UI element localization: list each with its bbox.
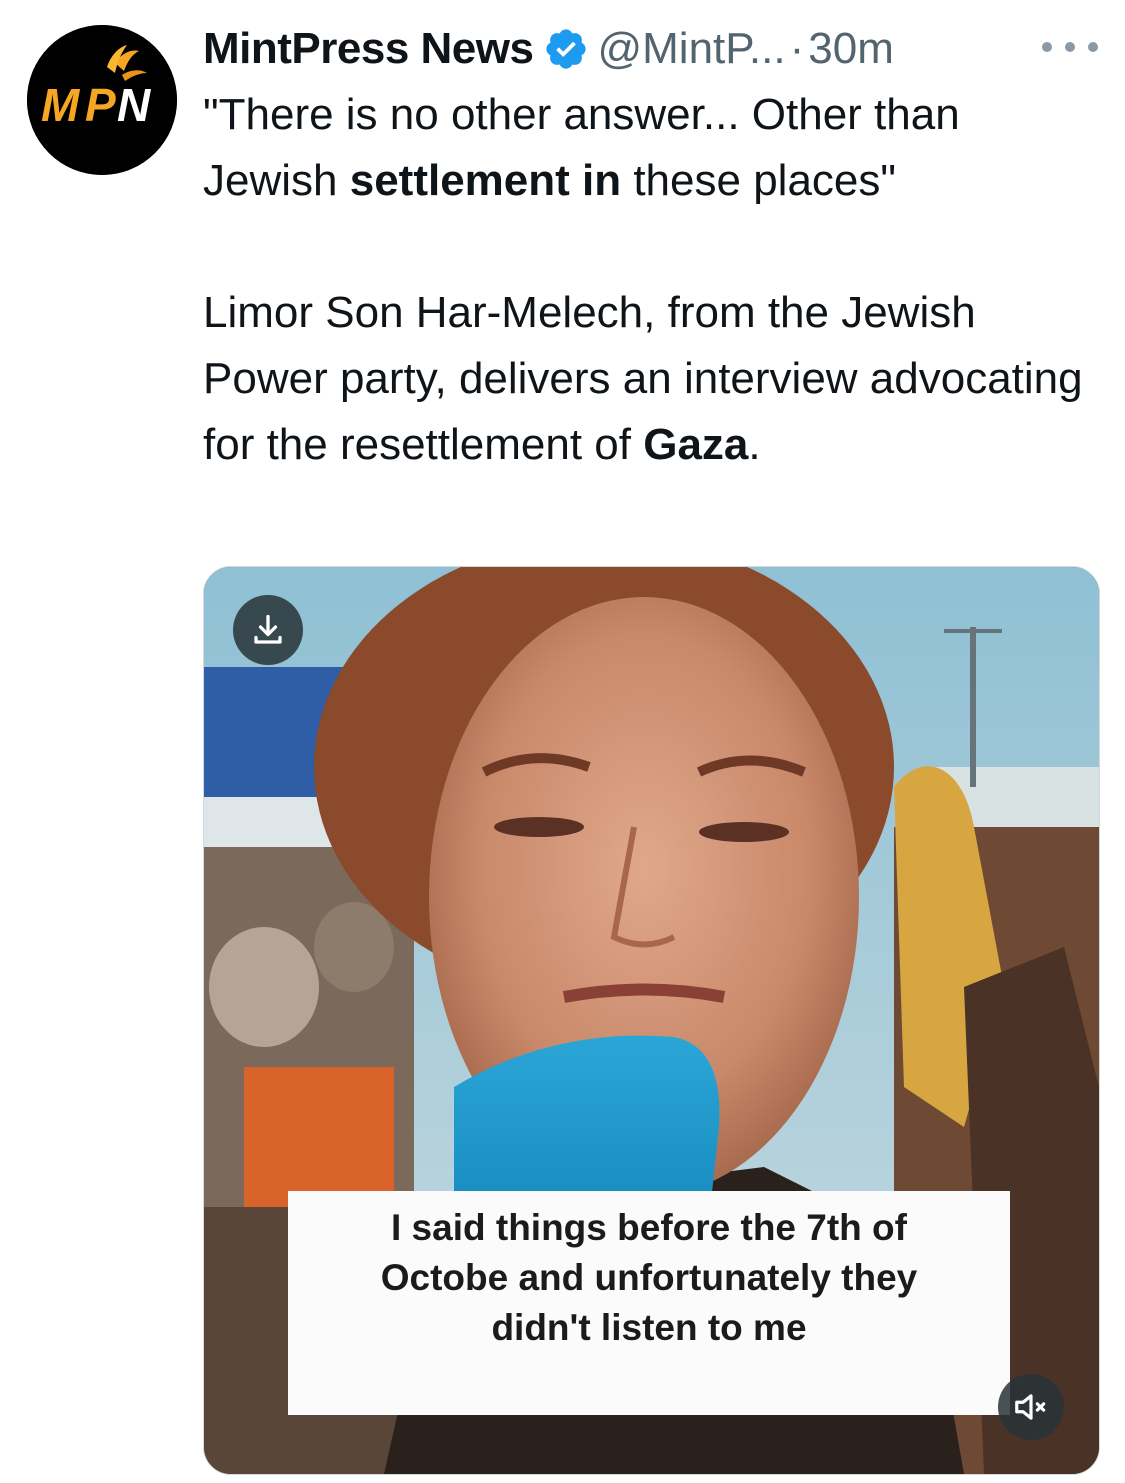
caption-line: I said things before the 7th of (391, 1207, 907, 1248)
svg-text:N: N (117, 79, 151, 131)
download-icon[interactable] (233, 595, 303, 665)
video-caption: I said things before the 7th of Octobe a… (288, 1191, 1010, 1415)
verified-badge-icon[interactable] (543, 26, 589, 72)
tweet-quote: "There is no other answer... Other than … (203, 90, 960, 205)
handle[interactable]: @MintP... (597, 24, 785, 74)
avatar[interactable]: M P N (27, 25, 177, 175)
video-player[interactable]: I said things before the 7th of Octobe a… (203, 566, 1100, 1475)
tweet-body: Limor Son Har-Melech, from the Jewish Po… (203, 288, 1083, 469)
svg-text:P: P (85, 79, 116, 131)
svg-text:M: M (41, 79, 81, 131)
mpn-logo: M P N (27, 25, 177, 175)
display-name[interactable]: MintPress News (203, 24, 534, 74)
muted-speaker-icon[interactable] (998, 1374, 1064, 1440)
separator-dot: · (789, 24, 805, 73)
tweet-text: "There is no other answer... Other than … (203, 82, 1103, 478)
tweet-header: MintPress News @MintP... · 30m (203, 18, 1103, 80)
caption-line: Octobe and unfortunately they (380, 1257, 918, 1298)
caption-line: didn't listen to me (491, 1307, 807, 1348)
more-options-icon[interactable] (1042, 32, 1098, 62)
timestamp[interactable]: 30m (808, 24, 894, 74)
